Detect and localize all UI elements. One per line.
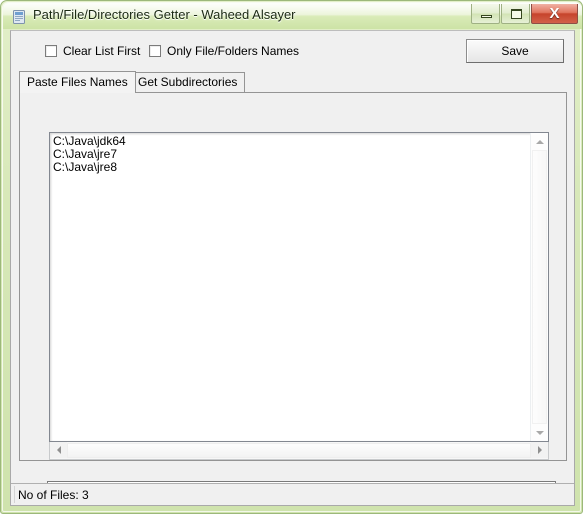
close-button[interactable]: X bbox=[531, 4, 578, 24]
horizontal-scrollbar[interactable] bbox=[49, 442, 549, 460]
vertical-scrollbar[interactable] bbox=[530, 133, 548, 441]
maximize-button[interactable] bbox=[501, 4, 530, 24]
status-bar-divider bbox=[14, 486, 15, 503]
minimize-button[interactable] bbox=[471, 4, 500, 24]
options-row: Clear List First Only File/Folders Names… bbox=[11, 31, 574, 70]
scroll-left-icon bbox=[56, 446, 61, 454]
checkbox-box[interactable] bbox=[45, 45, 57, 57]
scroll-left-button[interactable] bbox=[50, 442, 67, 458]
status-bar-text: No of Files: 3 bbox=[18, 488, 89, 502]
window-title: Path/File/Directories Getter - Waheed Al… bbox=[33, 7, 296, 22]
checkbox-box[interactable] bbox=[149, 45, 161, 57]
client-area: Clear List First Only File/Folders Names… bbox=[10, 30, 575, 506]
maximize-icon bbox=[511, 9, 522, 19]
title-bar[interactable]: Path/File/Directories Getter - Waheed Al… bbox=[3, 3, 582, 29]
checkbox-label: Clear List First bbox=[63, 44, 141, 58]
status-bar: No of Files: 3 bbox=[11, 483, 574, 505]
file-list-textarea[interactable]: C:\Java\jdk64 C:\Java\jre7 C:\Java\jre8 bbox=[49, 132, 549, 442]
checkbox-clear-list-first[interactable]: Clear List First bbox=[45, 44, 140, 58]
tab-paste-files-names[interactable]: Paste Files Names bbox=[19, 71, 136, 93]
close-icon: X bbox=[549, 5, 560, 22]
form-document-icon bbox=[11, 9, 27, 25]
vertical-scrollbar-thumb[interactable] bbox=[532, 150, 547, 424]
tab-panel-paste-files-names: C:\Java\jdk64 C:\Java\jre7 C:\Java\jre8 bbox=[19, 92, 567, 461]
tab-get-subdirectories[interactable]: Get Subdirectories bbox=[130, 72, 246, 92]
scroll-right-icon bbox=[537, 446, 542, 454]
checkbox-label: Only File/Folders Names bbox=[167, 44, 300, 58]
caption-button-group: X bbox=[470, 4, 578, 25]
scroll-up-icon bbox=[535, 139, 544, 144]
save-button[interactable]: Save bbox=[466, 39, 564, 63]
scroll-down-icon bbox=[535, 430, 544, 435]
scroll-up-button[interactable] bbox=[531, 133, 548, 150]
checkbox-only-file-folders-names[interactable]: Only File/Folders Names bbox=[149, 44, 299, 58]
application-window: Path/File/Directories Getter - Waheed Al… bbox=[0, 0, 583, 514]
scroll-right-button[interactable] bbox=[531, 442, 548, 458]
minimize-icon bbox=[481, 15, 492, 18]
file-list-content: C:\Java\jdk64 C:\Java\jre7 C:\Java\jre8 bbox=[53, 134, 126, 174]
scroll-down-button[interactable] bbox=[531, 424, 548, 441]
horizontal-scrollbar-thumb[interactable] bbox=[67, 443, 531, 458]
tab-strip: Paste Files Names Get Subdirectories bbox=[19, 71, 567, 93]
